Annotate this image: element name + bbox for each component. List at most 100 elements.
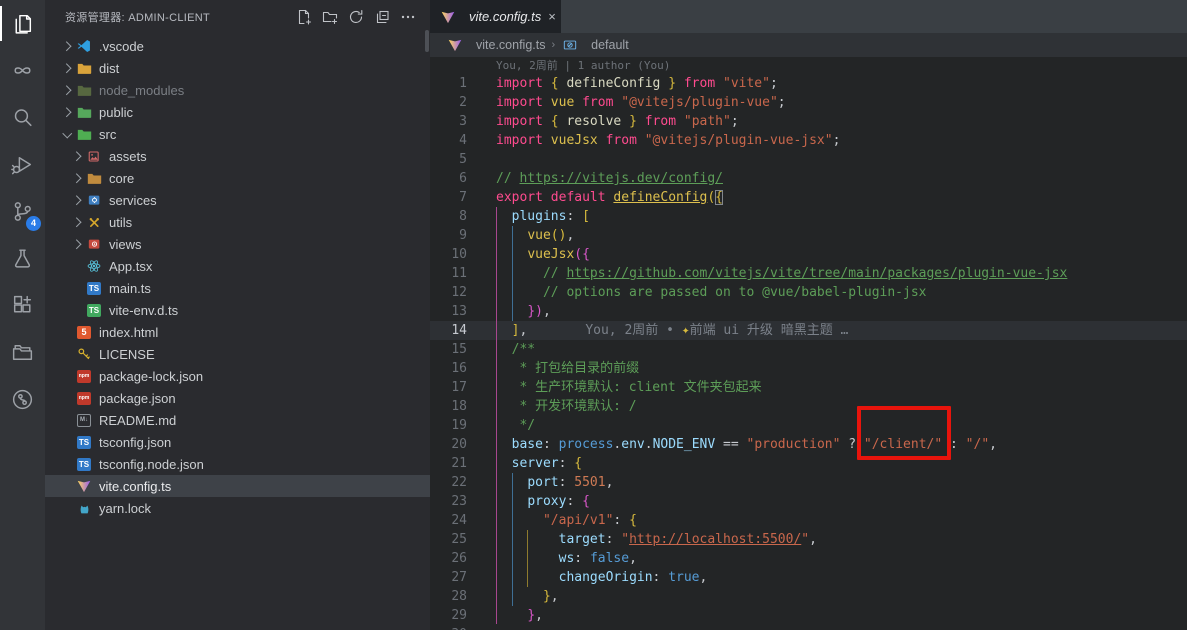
tree-item-vite-env.d.ts[interactable]: TSvite-env.d.ts — [45, 299, 430, 321]
code-text[interactable]: /** — [496, 340, 535, 359]
chevron-right-icon[interactable] — [59, 82, 75, 98]
tree-item-node_modules[interactable]: node_modules — [45, 79, 430, 101]
code-line-24[interactable]: 24 "/api/v1": { — [430, 511, 1187, 530]
code-text[interactable]: port: 5501, — [496, 473, 613, 492]
code-text[interactable]: // options are passed on to @vue/babel-p… — [496, 283, 926, 302]
tree-item-core[interactable]: core — [45, 167, 430, 189]
tree-item-assets[interactable]: assets — [45, 145, 430, 167]
code-text[interactable]: }), — [496, 302, 551, 321]
activity-extensions-icon[interactable] — [0, 282, 45, 329]
code-line-10[interactable]: 10 vueJsx({ — [430, 245, 1187, 264]
code-text[interactable]: target: "http://localhost:5500/", — [496, 530, 817, 549]
tree-item-src[interactable]: src — [45, 123, 430, 145]
activity-source-control-icon[interactable]: 4 — [0, 188, 45, 235]
code-line-7[interactable]: 7export default defineConfig({ — [430, 188, 1187, 207]
tree-item-public[interactable]: public — [45, 101, 430, 123]
code-line-20[interactable]: 20 base: process.env.NODE_ENV == "produc… — [430, 435, 1187, 454]
tree-item-dist[interactable]: dist — [45, 57, 430, 79]
code-line-29[interactable]: 29 }, — [430, 606, 1187, 625]
code-line-19[interactable]: 19 */ — [430, 416, 1187, 435]
code-text[interactable]: plugins: [ — [496, 207, 590, 226]
tree-item-App.tsx[interactable]: App.tsx — [45, 255, 430, 277]
tree-item-LICENSE[interactable]: LICENSE — [45, 343, 430, 365]
code-text[interactable]: ],You, 2周前 • ✦前端 ui 升级 暗黑主题 … — [496, 321, 848, 340]
tree-item-views[interactable]: views — [45, 233, 430, 255]
code-line-18[interactable]: 18 * 开发环境默认: / — [430, 397, 1187, 416]
code-line-4[interactable]: 4import vueJsx from "@vitejs/plugin-vue-… — [430, 131, 1187, 150]
new-file-icon[interactable] — [295, 8, 312, 25]
code-text[interactable]: import vue from "@vitejs/plugin-vue"; — [496, 93, 786, 112]
code-line-17[interactable]: 17 * 生产环境默认: client 文件夹包起来 — [430, 378, 1187, 397]
collapse-all-icon[interactable] — [373, 8, 390, 25]
code-line-30[interactable]: 30 — [430, 625, 1187, 630]
tree-item-main.ts[interactable]: TSmain.ts — [45, 277, 430, 299]
tree-item-package-lock.json[interactable]: npmpackage-lock.json — [45, 365, 430, 387]
activity-project-folders-icon[interactable] — [0, 329, 45, 376]
breadcrumb-file[interactable]: vite.config.ts — [476, 38, 545, 52]
tree-item-.vscode[interactable]: .vscode — [45, 35, 430, 57]
code-text[interactable]: ws: false, — [496, 549, 637, 568]
code-line-14[interactable]: 14 ],You, 2周前 • ✦前端 ui 升级 暗黑主题 … — [430, 321, 1187, 340]
code-text[interactable]: * 生产环境默认: client 文件夹包起来 — [496, 378, 762, 397]
tree-item-services[interactable]: services — [45, 189, 430, 211]
code-text[interactable]: export default defineConfig({ — [496, 188, 723, 207]
code-text[interactable]: import { defineConfig } from "vite"; — [496, 74, 778, 93]
code-text[interactable]: // https://vitejs.dev/config/ — [496, 169, 723, 188]
refresh-icon[interactable] — [347, 8, 364, 25]
tree-item-utils[interactable]: utils — [45, 211, 430, 233]
code-line-3[interactable]: 3import { resolve } from "path"; — [430, 112, 1187, 131]
code-text[interactable]: */ — [496, 416, 535, 435]
new-folder-icon[interactable] — [321, 8, 338, 25]
code-text[interactable]: }, — [496, 587, 559, 606]
tree-item-yarn.lock[interactable]: yarn.lock — [45, 497, 430, 519]
code-line-1[interactable]: 1import { defineConfig } from "vite"; — [430, 74, 1187, 93]
code-line-23[interactable]: 23 proxy: { — [430, 492, 1187, 511]
tree-item-package.json[interactable]: npmpackage.json — [45, 387, 430, 409]
chevron-right-icon[interactable] — [69, 236, 85, 252]
code-text[interactable]: // https://github.com/vitejs/vite/tree/m… — [496, 264, 1067, 283]
code-line-25[interactable]: 25 target: "http://localhost:5500/", — [430, 530, 1187, 549]
more-icon[interactable] — [399, 8, 416, 25]
code-line-26[interactable]: 26 ws: false, — [430, 549, 1187, 568]
activity-search-icon[interactable] — [0, 94, 45, 141]
code-text[interactable]: server: { — [496, 454, 582, 473]
code-line-21[interactable]: 21 server: { — [430, 454, 1187, 473]
code-text[interactable]: * 打包给目录的前缀 — [496, 359, 639, 378]
tree-item-tsconfig.json[interactable]: TStsconfig.json — [45, 431, 430, 453]
activity-run-debug-icon[interactable] — [0, 141, 45, 188]
chevron-right-icon[interactable] — [59, 38, 75, 54]
activity-explorer-icon[interactable] — [0, 0, 45, 47]
code-line-6[interactable]: 6// https://vitejs.dev/config/ — [430, 169, 1187, 188]
chevron-right-icon[interactable] — [69, 148, 85, 164]
code-line-27[interactable]: 27 changeOrigin: true, — [430, 568, 1187, 587]
sidebar-scrollbar[interactable] — [425, 30, 429, 52]
close-tab-icon[interactable]: × — [547, 9, 557, 24]
code-line-28[interactable]: 28 }, — [430, 587, 1187, 606]
chevron-right-icon[interactable] — [59, 60, 75, 76]
chevron-right-icon[interactable] — [69, 192, 85, 208]
code-text[interactable]: base: process.env.NODE_ENV == "productio… — [496, 435, 997, 454]
code-line-22[interactable]: 22 port: 5501, — [430, 473, 1187, 492]
activity-vs-logo-icon[interactable] — [0, 47, 45, 94]
breadcrumb-symbol[interactable]: default — [591, 38, 629, 52]
code-line-8[interactable]: 8 plugins: [ — [430, 207, 1187, 226]
code-text[interactable]: * 开发环境默认: / — [496, 397, 637, 416]
activity-git-history-icon[interactable] — [0, 376, 45, 423]
codelens-authors[interactable]: You, 2周前 | 1 author (You) — [430, 57, 1187, 74]
tree-item-tsconfig.node.json[interactable]: TStsconfig.node.json — [45, 453, 430, 475]
chevron-down-icon[interactable] — [59, 126, 75, 142]
code-text[interactable]: import { resolve } from "path"; — [496, 112, 739, 131]
activity-testing-icon[interactable] — [0, 235, 45, 282]
tree-item-index.html[interactable]: 5index.html — [45, 321, 430, 343]
tree-item-vite.config.ts[interactable]: vite.config.ts — [45, 475, 430, 497]
code-line-15[interactable]: 15 /** — [430, 340, 1187, 359]
tab-vite-config[interactable]: vite.config.ts × — [430, 0, 561, 33]
chevron-right-icon[interactable] — [69, 170, 85, 186]
code-text[interactable]: proxy: { — [496, 492, 590, 511]
tree-item-README.md[interactable]: M↓README.md — [45, 409, 430, 431]
chevron-right-icon[interactable] — [59, 104, 75, 120]
code-line-16[interactable]: 16 * 打包给目录的前缀 — [430, 359, 1187, 378]
code-text[interactable]: import vueJsx from "@vitejs/plugin-vue-j… — [496, 131, 840, 150]
code-line-9[interactable]: 9 vue(), — [430, 226, 1187, 245]
code-text[interactable]: vueJsx({ — [496, 245, 590, 264]
